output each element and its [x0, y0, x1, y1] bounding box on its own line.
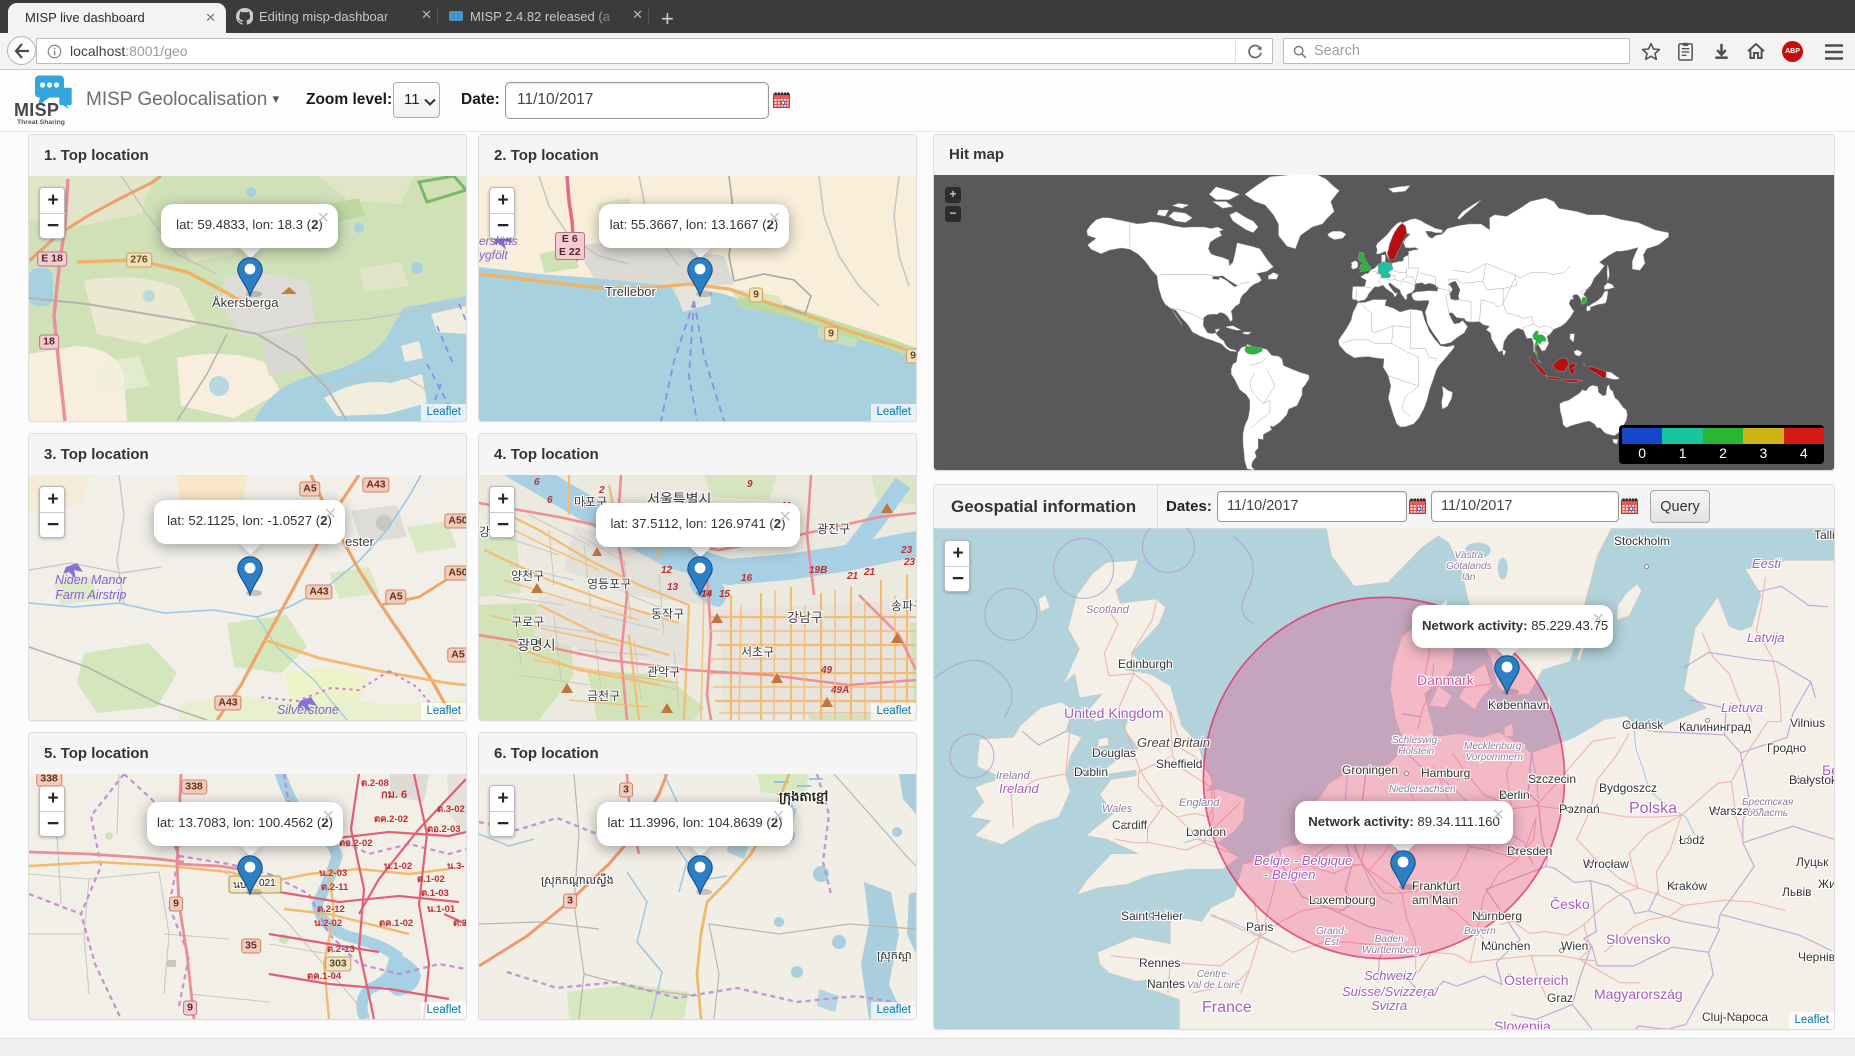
svg-text:ตค.1-04: ตค.1-04	[307, 971, 342, 982]
svg-text:ตอ.2-03: ตอ.2-03	[427, 824, 461, 835]
svg-text:ต.2-08: ต.2-08	[361, 778, 389, 789]
svg-text:49: 49	[820, 665, 833, 676]
svg-text:กม. 6: กม. 6	[381, 789, 407, 801]
svg-text:6: 6	[547, 495, 553, 506]
svg-text:Threat Sharing: Threat Sharing	[17, 119, 65, 126]
svg-text:น.1-02: น.1-02	[384, 861, 412, 872]
svg-text:15: 15	[719, 589, 731, 600]
svg-text:13: 13	[667, 582, 679, 593]
svg-text:23: 23	[903, 557, 916, 568]
svg-text:ต.1-03: ต.1-03	[421, 888, 449, 899]
svg-text:ตค.2-02: ตค.2-02	[374, 814, 408, 825]
svg-text:ต.2-12: ต.2-12	[317, 904, 345, 915]
svg-text:น.2-02: น.2-02	[314, 918, 342, 929]
svg-text:น.3-: น.3-	[447, 861, 465, 872]
svg-text:น.1-01: น.1-01	[427, 904, 456, 915]
svg-text:19B: 19B	[809, 565, 827, 576]
svg-text:49A: 49A	[830, 685, 849, 696]
svg-text:ต.3-02: ต.3-02	[437, 804, 465, 815]
svg-text:ตค.1-02: ตค.1-02	[379, 918, 413, 929]
svg-text:ต.2-13: ต.2-13	[327, 944, 355, 955]
svg-text:น.2-03: น.2-03	[319, 868, 347, 879]
svg-text:ต.1-02: ต.1-02	[417, 874, 445, 885]
svg-text:ตอ.2-02: ตอ.2-02	[339, 838, 373, 849]
svg-text:16: 16	[741, 573, 753, 584]
svg-text:21: 21	[863, 567, 876, 578]
svg-text:ต.3-04: ต.3-04	[453, 918, 466, 929]
svg-text:21: 21	[846, 571, 859, 582]
svg-text:6: 6	[534, 477, 540, 488]
svg-text:ต.2-11: ต.2-11	[321, 882, 349, 893]
svg-text:12: 12	[661, 565, 673, 576]
svg-text:9: 9	[747, 479, 753, 490]
svg-text:MISP: MISP	[14, 100, 59, 120]
svg-text:23: 23	[900, 545, 913, 556]
